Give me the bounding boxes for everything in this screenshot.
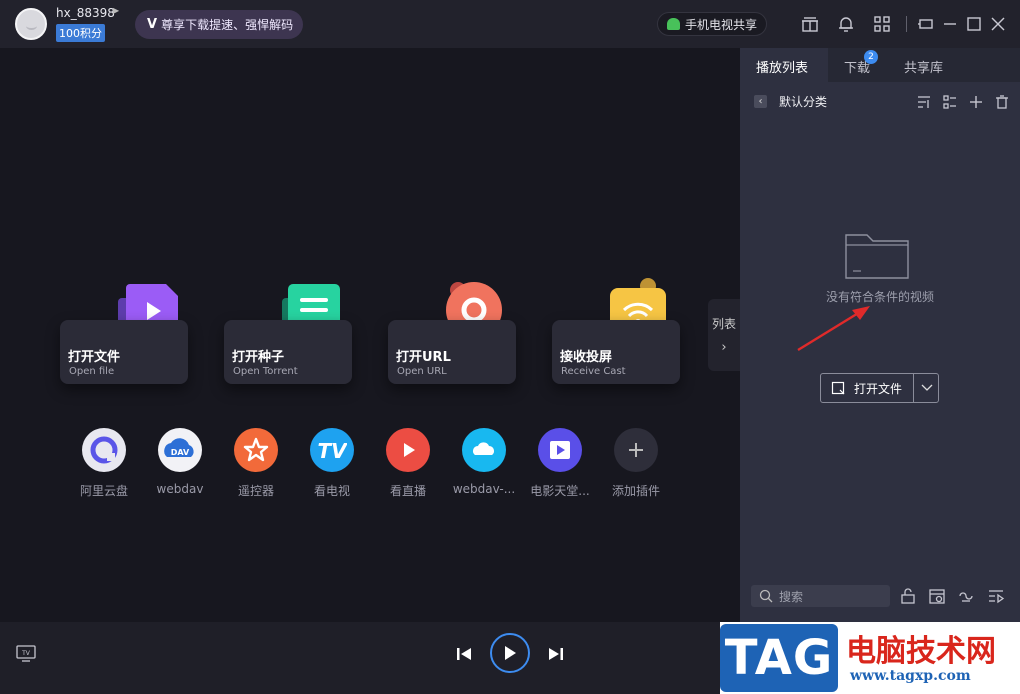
plugin-label: 添加插件 bbox=[611, 484, 660, 498]
card-subtitle: Open URL bbox=[397, 366, 447, 377]
webdav-plugin-icon bbox=[462, 428, 506, 472]
aliyun-drive-icon bbox=[82, 428, 126, 472]
vip-banner[interactable]: V 尊享下载提速、强悍解码 bbox=[135, 10, 303, 39]
add-icon[interactable] bbox=[968, 94, 984, 110]
search-icon bbox=[759, 589, 773, 603]
remote-control-icon bbox=[234, 428, 278, 472]
open-file-main[interactable]: 打开文件 bbox=[821, 374, 913, 402]
card-title: 接收投屏 bbox=[560, 350, 613, 365]
avatar[interactable] bbox=[15, 8, 47, 40]
chevron-right-icon: › bbox=[721, 340, 727, 355]
main-area: 打开文件 Open file 打开种子 Open Torrent 打开URL O… bbox=[0, 48, 740, 622]
search-input[interactable]: 搜索 bbox=[751, 585, 890, 607]
divider bbox=[906, 16, 907, 32]
watermark-title: 电脑技术网 bbox=[846, 634, 996, 669]
search-placeholder: 搜索 bbox=[779, 589, 804, 604]
calendar-icon[interactable] bbox=[928, 587, 946, 605]
vip-icon: V bbox=[147, 17, 158, 32]
open-file-label: 打开文件 bbox=[854, 381, 903, 396]
plugin-label: webdav bbox=[156, 482, 204, 496]
grid-icon[interactable] bbox=[872, 14, 892, 34]
svg-text:TV: TV bbox=[317, 439, 347, 461]
webdav-icon: DAV bbox=[158, 428, 202, 472]
minimize-icon[interactable] bbox=[940, 14, 960, 34]
plugin-aliyun-drive[interactable]: 阿里云盘 bbox=[69, 428, 139, 499]
svg-text:TV: TV bbox=[21, 650, 31, 657]
tab-shared-library[interactable]: 共享库 bbox=[904, 57, 943, 76]
play-order-icon[interactable] bbox=[987, 587, 1005, 605]
plugin-label: 阿里云盘 bbox=[79, 484, 128, 498]
plugin-webdav-extra[interactable]: webdav-... bbox=[449, 428, 519, 496]
plugin-add[interactable]: 添加插件 bbox=[601, 428, 671, 499]
bell-icon[interactable] bbox=[836, 14, 856, 34]
plugin-remote-control[interactable]: 遥控器 bbox=[221, 428, 291, 499]
caret-right-icon[interactable]: ▶ bbox=[113, 6, 119, 15]
app-window: hx_88398 ▶ 100积分 V 尊享下载提速、强悍解码 手机电视共享 打开… bbox=[0, 0, 1020, 694]
playlist-panel: 播放列表 下载 2 共享库 ‹ 默认分类 没有符合条件的视频 打开文件 搜索 bbox=[740, 48, 1020, 622]
category-row: ‹ 默认分类 bbox=[740, 92, 1020, 112]
receive-cast-card[interactable]: 接收投屏 Receive Cast bbox=[552, 320, 680, 384]
open-url-card[interactable]: 打开URL Open URL bbox=[388, 320, 516, 384]
play-button[interactable] bbox=[490, 633, 530, 673]
empty-folder-icon bbox=[845, 231, 909, 279]
open-file-card[interactable]: 打开文件 Open file bbox=[60, 320, 188, 384]
gift-icon[interactable] bbox=[800, 14, 820, 34]
plugin-label: webdav-... bbox=[452, 482, 516, 496]
watermark: TAG 电脑技术网 www.tagxp.com bbox=[720, 622, 1020, 694]
trash-icon[interactable] bbox=[994, 94, 1010, 110]
annotation-arrow-icon bbox=[797, 306, 870, 352]
watermark-url: www.tagxp.com bbox=[850, 668, 971, 684]
close-icon[interactable] bbox=[988, 14, 1008, 34]
chevron-down-icon[interactable] bbox=[914, 374, 939, 402]
plugin-watch-tv[interactable]: TV 看电视 bbox=[297, 428, 367, 499]
next-icon[interactable] bbox=[548, 646, 564, 666]
maximize-icon[interactable] bbox=[964, 14, 984, 34]
category-name[interactable]: 默认分类 bbox=[779, 93, 827, 110]
plugin-label: 电影天堂... bbox=[530, 484, 590, 498]
open-file-button[interactable]: 打开文件 bbox=[820, 373, 939, 403]
tv-mode-icon[interactable]: TV bbox=[16, 644, 36, 662]
list-view-icon[interactable] bbox=[942, 94, 958, 110]
card-subtitle: Open Torrent bbox=[233, 366, 298, 377]
card-title: 打开文件 bbox=[68, 350, 121, 365]
file-add-icon bbox=[831, 381, 845, 395]
previous-icon[interactable] bbox=[456, 646, 472, 666]
list-toggle-button[interactable]: 列表 › bbox=[708, 299, 740, 371]
loop-icon[interactable] bbox=[957, 587, 975, 605]
username[interactable]: hx_88398 bbox=[56, 6, 115, 20]
phone-tv-share-label: 手机电视共享 bbox=[685, 17, 758, 32]
list-toggle-label: 列表 bbox=[711, 317, 736, 331]
android-icon bbox=[667, 18, 680, 30]
svg-text:DAV: DAV bbox=[171, 448, 190, 457]
plugin-webdav[interactable]: DAV webdav bbox=[145, 428, 215, 496]
tv-icon: TV bbox=[310, 428, 354, 472]
lock-icon[interactable] bbox=[899, 587, 917, 605]
watermark-tag-logo: TAG bbox=[720, 624, 838, 692]
tab-playlist[interactable]: 播放列表 bbox=[756, 57, 808, 76]
download-count-badge: 2 bbox=[864, 50, 878, 64]
phone-tv-share-button[interactable]: 手机电视共享 bbox=[657, 12, 767, 36]
plugin-label: 看电视 bbox=[313, 484, 350, 498]
movie-heaven-icon bbox=[538, 428, 582, 472]
vip-banner-text: 尊享下载提速、强悍解码 bbox=[161, 18, 294, 32]
open-torrent-card[interactable]: 打开种子 Open Torrent bbox=[224, 320, 352, 384]
card-subtitle: Receive Cast bbox=[561, 366, 626, 377]
play-icon bbox=[505, 646, 516, 660]
live-icon bbox=[386, 428, 430, 472]
points-badge: 100积分 bbox=[56, 24, 105, 42]
back-icon[interactable]: ‹ bbox=[754, 95, 767, 108]
card-subtitle: Open file bbox=[69, 366, 115, 377]
card-title: 打开URL bbox=[396, 350, 451, 365]
plugin-movie-heaven[interactable]: 电影天堂... bbox=[525, 428, 595, 499]
card-title: 打开种子 bbox=[232, 350, 285, 365]
plugin-label: 看直播 bbox=[389, 484, 426, 498]
empty-state-text: 没有符合条件的视频 bbox=[825, 290, 934, 304]
add-plugin-icon bbox=[614, 428, 658, 472]
title-bar: hx_88398 ▶ 100积分 V 尊享下载提速、强悍解码 手机电视共享 bbox=[0, 0, 1020, 48]
mini-mode-icon[interactable] bbox=[916, 14, 936, 34]
plugin-live[interactable]: 看直播 bbox=[373, 428, 443, 499]
plugin-label: 遥控器 bbox=[237, 484, 274, 498]
panel-tabs: 播放列表 下载 2 共享库 bbox=[740, 48, 1020, 82]
sort-icon[interactable] bbox=[916, 94, 932, 110]
